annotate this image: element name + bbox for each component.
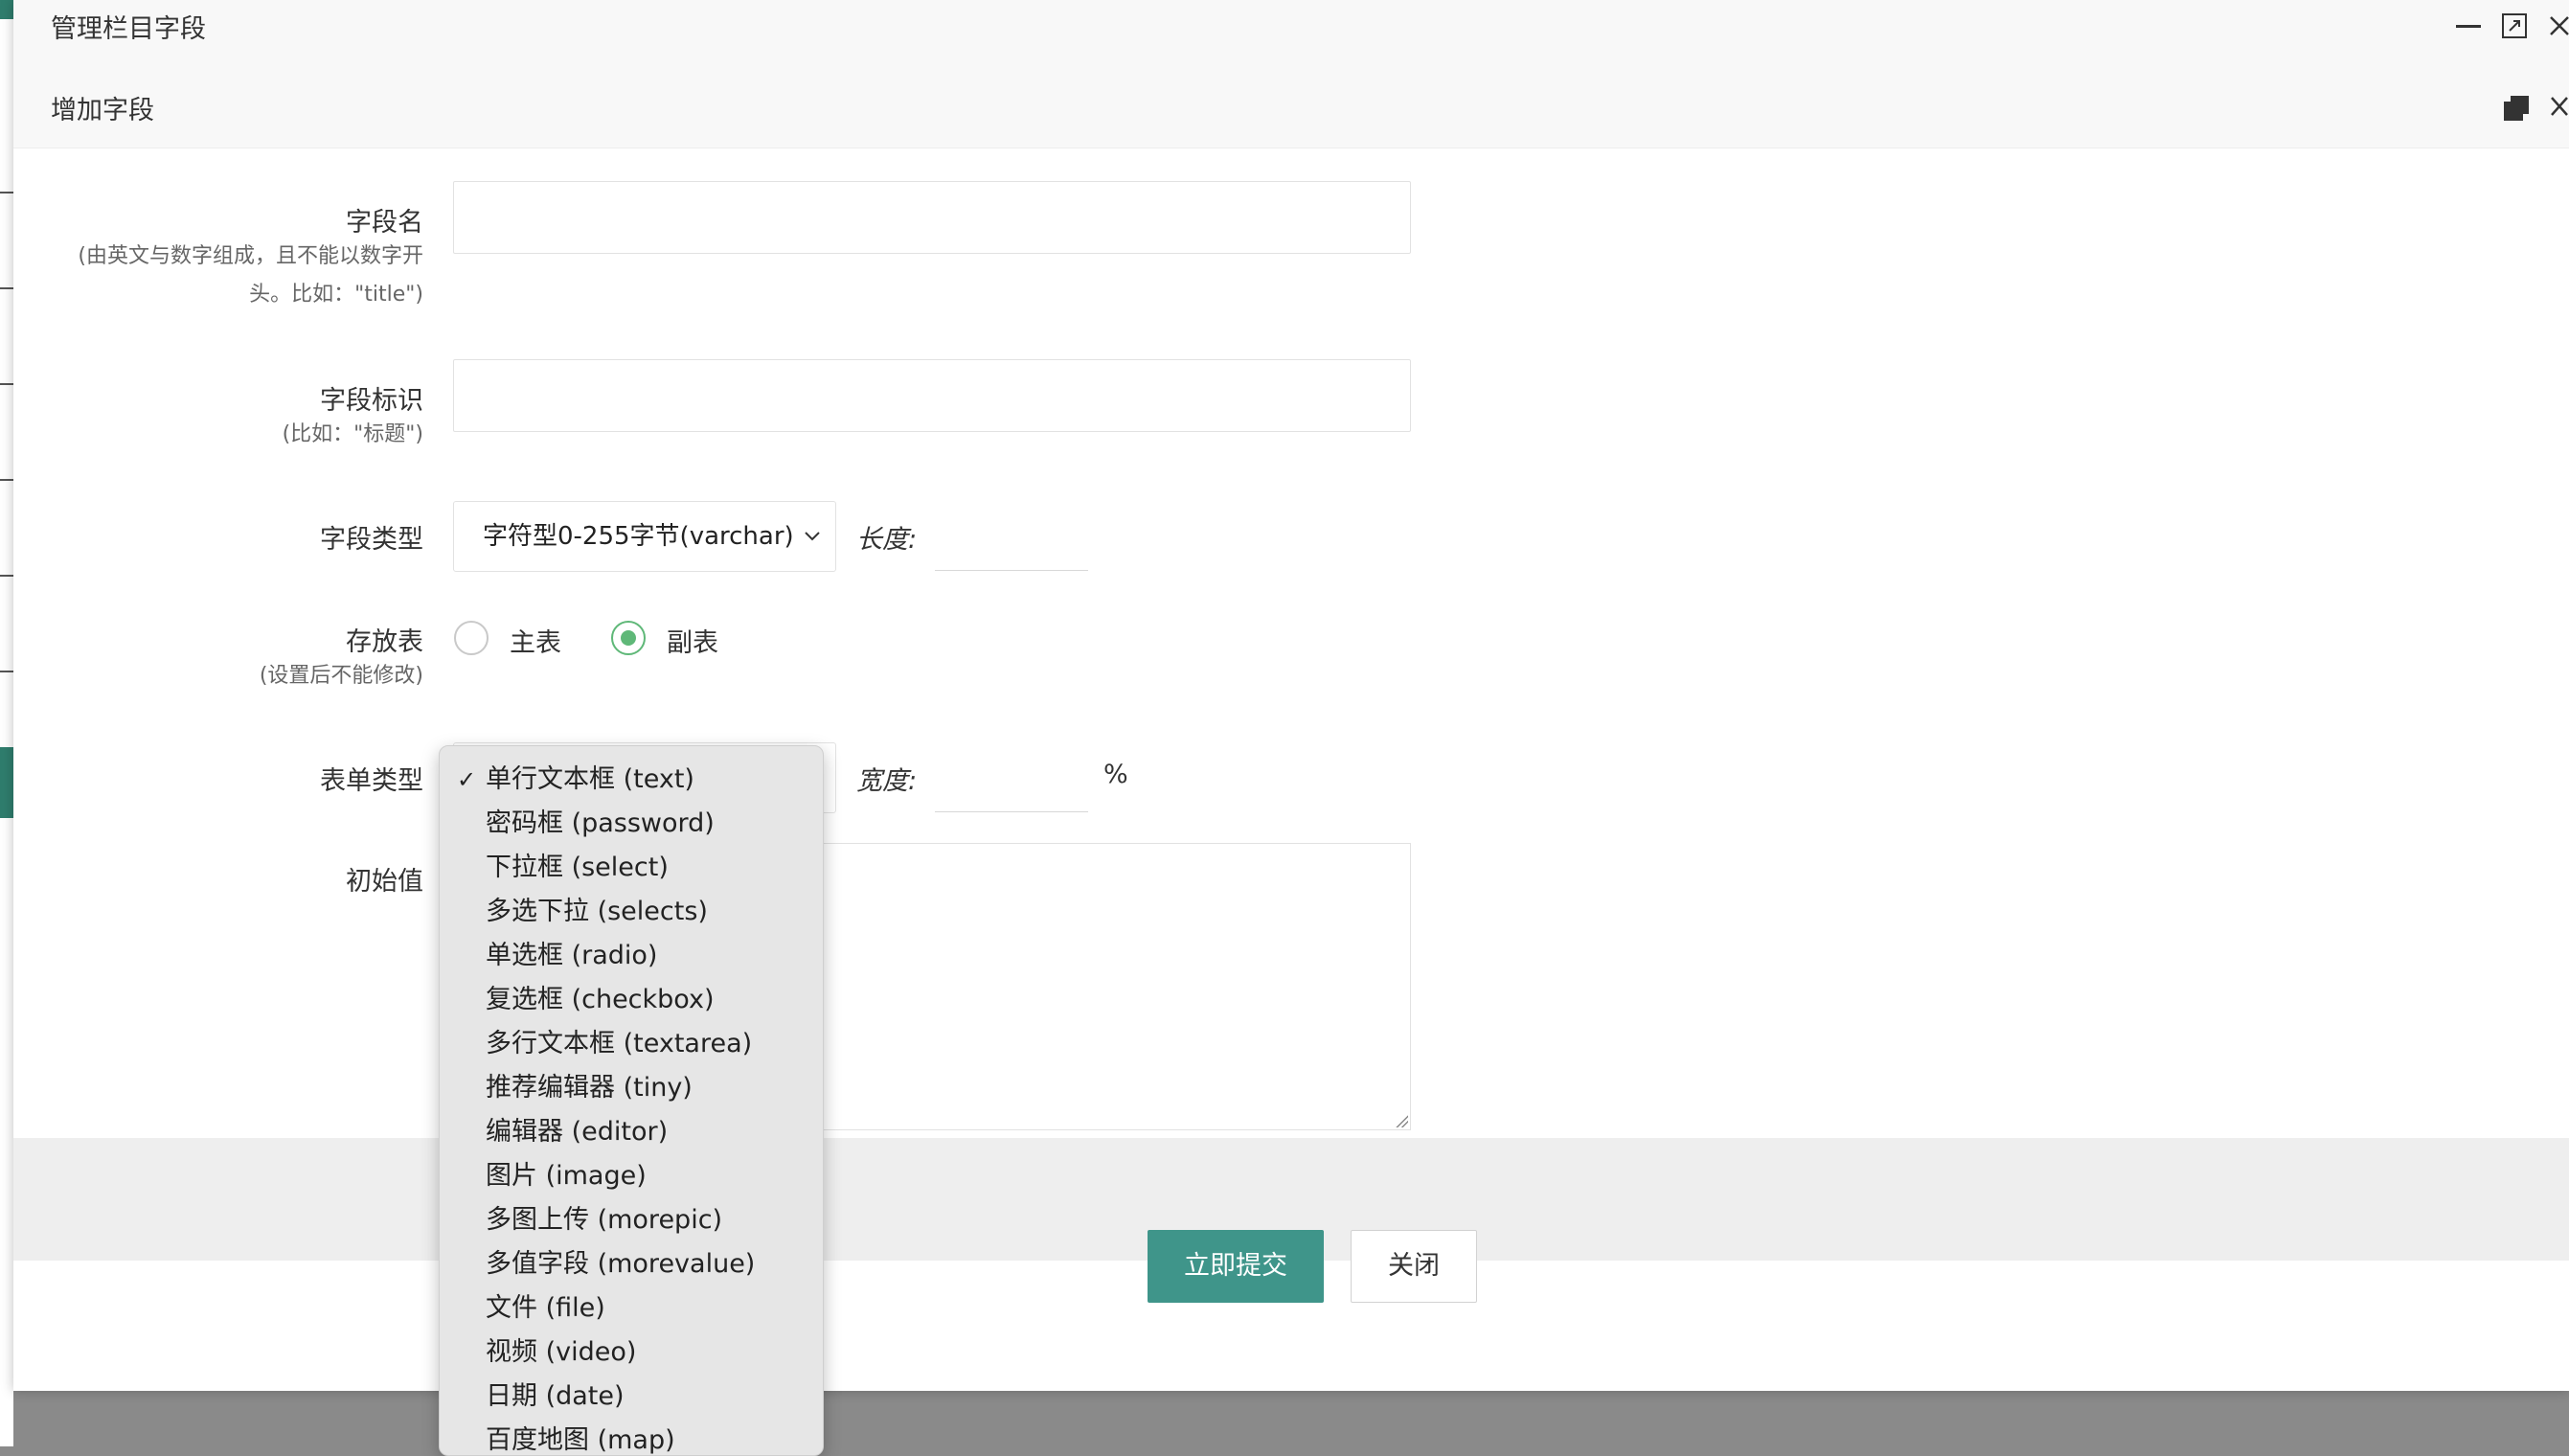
background-divider (0, 383, 13, 385)
dropdown-option[interactable]: 下拉框 (select) (440, 846, 823, 890)
close-icon[interactable] (2548, 11, 2569, 47)
dropdown-option-label: 推荐编辑器 (tiny) (486, 1073, 693, 1103)
dropdown-option[interactable]: 多选下拉 (selects) (440, 890, 823, 934)
outer-dialog-title: 管理栏目字段 (51, 14, 206, 44)
maximize-icon[interactable] (2500, 11, 2529, 47)
radio-sub-table-label[interactable]: 副表 (667, 622, 718, 659)
dropdown-option[interactable]: 多行文本框 (textarea) (440, 1022, 823, 1066)
dropdown-option-label: 图片 (image) (486, 1161, 647, 1191)
dropdown-option-label: 下拉框 (select) (486, 853, 669, 882)
radio-main-table[interactable] (454, 621, 489, 655)
dropdown-option-label: 单选框 (radio) (486, 941, 658, 970)
form-type-dropdown-list: ✓ 单行文本框 (text) 密码框 (password) 下拉框 (selec… (439, 745, 824, 1456)
background-divider (0, 575, 13, 577)
resize-handle-icon[interactable] (1395, 1114, 1408, 1127)
restore-icon[interactable] (2502, 94, 2531, 129)
radio-main-table-label[interactable]: 主表 (510, 622, 561, 659)
dropdown-option-label: 编辑器 (editor) (486, 1117, 669, 1147)
dropdown-option[interactable]: 密码框 (password) (440, 802, 823, 846)
outer-dialog-titlebar: 管理栏目字段 (13, 0, 2569, 66)
close-button[interactable]: 关闭 (1351, 1230, 1477, 1303)
length-input[interactable] (935, 500, 1088, 571)
dropdown-option-label: 文件 (file) (486, 1293, 605, 1323)
background-divider (0, 192, 13, 193)
dropdown-option[interactable]: 百度地图 (map) (440, 1419, 823, 1455)
field-name-label: 字段名 (346, 208, 423, 238)
dropdown-option[interactable]: 视频 (video) (440, 1331, 823, 1375)
dropdown-option-label: 日期 (date) (486, 1381, 625, 1411)
field-type-label: 字段类型 (320, 525, 423, 555)
dropdown-option-label: 视频 (video) (486, 1337, 637, 1367)
field-title-hint: (比如："标题") (282, 422, 423, 446)
dialog-footer: 立即提交 关闭 (13, 1138, 2569, 1303)
dropdown-option-label: 多图上传 (morepic) (486, 1205, 723, 1235)
dropdown-option-label: 多行文本框 (textarea) (486, 1029, 753, 1058)
dropdown-option-label: 多值字段 (morevalue) (486, 1249, 756, 1279)
minimize-icon[interactable] (2454, 11, 2483, 47)
submit-button[interactable]: 立即提交 (1148, 1230, 1324, 1303)
field-name-hint-line: 头。比如："title") (249, 283, 423, 307)
background-accent (0, 0, 13, 19)
background-accent (0, 747, 13, 818)
checkmark-icon: ✓ (457, 766, 477, 793)
dropdown-option[interactable]: 日期 (date) (440, 1375, 823, 1419)
inner-dialog: 增加字段 字段名 (由英文与数字组成，且不能以数字开 头。比如："title")… (13, 65, 2569, 1391)
default-value-label: 初始值 (346, 867, 423, 897)
field-title-label: 字段标识 (320, 386, 423, 416)
dropdown-option[interactable]: ✓ 单行文本框 (text) (440, 758, 823, 802)
length-label: 长度: (856, 525, 918, 555)
field-type-select[interactable]: 字符型0-255字节(varchar) (453, 501, 836, 572)
chevron-down-icon (803, 502, 822, 600)
dropdown-option[interactable]: 多值字段 (morevalue) (440, 1242, 823, 1286)
dropdown-option[interactable]: 复选框 (checkbox) (440, 978, 823, 1022)
dropdown-option[interactable]: 多图上传 (morepic) (440, 1198, 823, 1242)
field-name-hint-line: (由英文与数字组成，且不能以数字开 (78, 244, 423, 268)
dropdown-option-label: 单行文本框 (text) (486, 764, 694, 794)
width-label: 宽度: (856, 766, 918, 796)
dropdown-option-label: 密码框 (password) (486, 808, 715, 838)
dropdown-option-label: 百度地图 (map) (486, 1425, 675, 1455)
form-type-label: 表单类型 (320, 766, 423, 796)
dropdown-option[interactable]: 单选框 (radio) (440, 934, 823, 978)
field-name-hint: (由英文与数字组成，且不能以数字开 头。比如："title") (33, 238, 423, 314)
close-icon[interactable] (2550, 92, 2569, 127)
outer-dialog: 管理栏目字段 增加字段 字段名 (由英文与数字组成，且不能以数字开 头。比如："… (13, 0, 2569, 1391)
background-divider (0, 287, 13, 289)
field-type-selected-value: 字符型0-255字节(varchar) (483, 522, 794, 551)
background-page-strip (0, 0, 13, 1446)
dropdown-option[interactable]: 推荐编辑器 (tiny) (440, 1066, 823, 1110)
radio-sub-table[interactable] (611, 621, 646, 655)
background-divider (0, 479, 13, 481)
dropdown-option[interactable]: 文件 (file) (440, 1286, 823, 1331)
field-name-input[interactable] (453, 181, 1411, 254)
width-input[interactable] (935, 741, 1088, 812)
background-divider (0, 671, 13, 672)
dropdown-option-label: 复选框 (checkbox) (486, 985, 715, 1014)
dropdown-option-label: 多选下拉 (selects) (486, 897, 708, 926)
field-title-input[interactable] (453, 359, 1411, 432)
dropdown-option[interactable]: 编辑器 (editor) (440, 1110, 823, 1154)
storage-table-label: 存放表 (346, 627, 423, 657)
storage-table-hint: (设置后不能修改) (259, 664, 423, 688)
width-unit: % (1103, 760, 1128, 789)
inner-dialog-titlebar: 增加字段 (13, 65, 2569, 148)
dropdown-option[interactable]: 图片 (image) (440, 1154, 823, 1198)
inner-dialog-title: 增加字段 (51, 96, 154, 125)
